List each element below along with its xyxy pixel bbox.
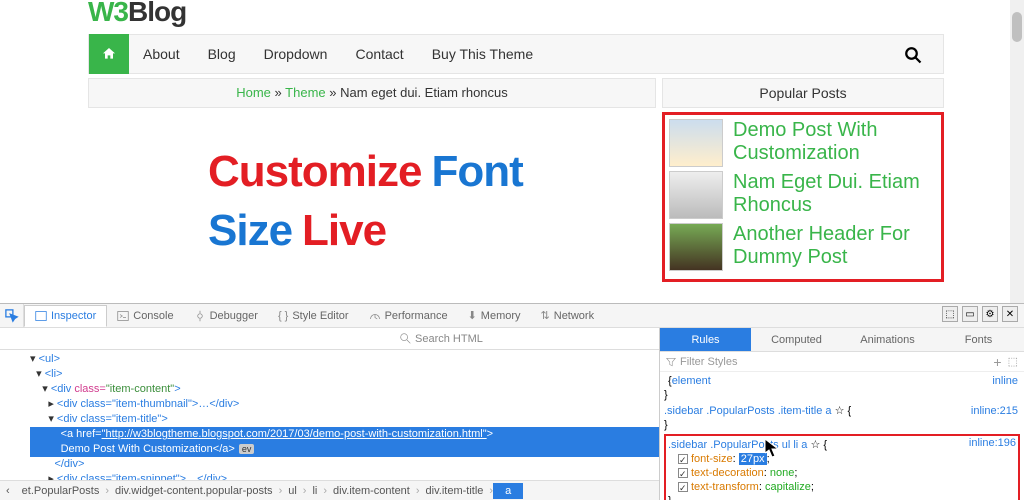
tab-debugger[interactable]: Debugger: [184, 306, 268, 326]
editing-value[interactable]: 27px: [739, 453, 767, 465]
selected-dom-node[interactable]: <a href="http://w3blogtheme.blogspot.com…: [30, 427, 659, 442]
popular-posts-widget: Demo Post With Customization Nam Eget Du…: [662, 112, 944, 282]
breadcrumb-row: Home » Theme » Nam eget dui. Etiam rhonc…: [88, 78, 944, 108]
element-picker-button[interactable]: [0, 304, 24, 328]
webpage-viewport: W3Blog About Blog Dropdown Contact Buy T…: [0, 0, 1024, 303]
devtools-window-controls: ⬚ ▭ ⚙ ✕: [942, 306, 1018, 322]
split-button[interactable]: ⬚: [942, 306, 958, 322]
tab-inspector[interactable]: Inspector: [24, 305, 107, 327]
breadcrumb-current[interactable]: a: [493, 483, 523, 499]
dom-panel: Search HTML ▾ <ul> ▾ <li> ▾ <div class="…: [0, 328, 660, 500]
property-checkbox[interactable]: [678, 468, 688, 478]
search-button[interactable]: [893, 35, 933, 75]
popular-post-item: Demo Post With Customization: [669, 119, 937, 167]
home-button[interactable]: [89, 34, 129, 74]
devtools-tabs: Inspector Console Debugger { }Style Edit…: [0, 304, 1024, 328]
post-thumbnail[interactable]: [669, 171, 723, 219]
dom-breadcrumb[interactable]: ‹ et.PopularPosts› div.widget-content.po…: [0, 480, 659, 500]
toggle-pseudo-button[interactable]: ⬚: [1008, 355, 1018, 368]
dom-tree[interactable]: ▾ <ul> ▾ <li> ▾ <div class="item-content…: [0, 350, 659, 480]
home-icon: [101, 46, 117, 62]
popular-post-item: Nam Eget Dui. Etiam Rhoncus: [669, 171, 937, 219]
page-scrollbar[interactable]: [1010, 0, 1024, 303]
close-devtools-button[interactable]: ✕: [1002, 306, 1018, 322]
tab-computed[interactable]: Computed: [751, 328, 842, 351]
post-link[interactable]: Demo Post With Customization: [733, 119, 937, 165]
property-checkbox[interactable]: [678, 454, 688, 464]
breadcrumb: Home » Theme » Nam eget dui. Etiam rhonc…: [88, 78, 656, 108]
filter-icon: [666, 357, 676, 367]
add-rule-button[interactable]: +: [993, 354, 1001, 370]
settings-button[interactable]: ⚙: [982, 306, 998, 322]
styles-filter[interactable]: Filter Styles + ⬚: [660, 352, 1024, 372]
post-thumbnail[interactable]: [669, 223, 723, 271]
console-icon: [117, 310, 129, 322]
tab-style-editor[interactable]: { }Style Editor: [268, 306, 359, 326]
highlighted-rule: .sidebar .PopularPosts ul li a ☆ { inlin…: [664, 434, 1020, 500]
tab-performance[interactable]: Performance: [359, 306, 458, 326]
dom-search[interactable]: Search HTML: [0, 328, 659, 350]
tab-animations[interactable]: Animations: [842, 328, 933, 351]
post-link[interactable]: Nam Eget Dui. Etiam Rhoncus: [733, 171, 937, 217]
styles-panel: Rules Computed Animations Fonts Filter S…: [660, 328, 1024, 500]
main-navbar: About Blog Dropdown Contact Buy This The…: [88, 34, 944, 74]
post-link[interactable]: Another Header For Dummy Post: [733, 223, 937, 269]
nav-contact[interactable]: Contact: [341, 34, 417, 74]
tab-memory[interactable]: ⬇Memory: [458, 305, 531, 326]
popular-post-item: Another Header For Dummy Post: [669, 223, 937, 271]
search-icon: [400, 333, 411, 344]
tab-fonts[interactable]: Fonts: [933, 328, 1024, 351]
inspector-icon: [35, 310, 47, 322]
main-content: Customize Font Size Live: [88, 112, 656, 282]
picker-icon: [5, 309, 19, 323]
nav-buy[interactable]: Buy This Theme: [418, 34, 547, 74]
post-thumbnail[interactable]: [669, 119, 723, 167]
tab-network[interactable]: ⇅Network: [531, 305, 605, 326]
tab-console[interactable]: Console: [107, 306, 183, 326]
crumb-home[interactable]: Home: [236, 85, 271, 100]
nav-blog[interactable]: Blog: [194, 34, 250, 74]
devtools-panel: Inspector Console Debugger { }Style Edit…: [0, 303, 1024, 500]
nav-about[interactable]: About: [129, 34, 194, 74]
crumb-current: Nam eget dui. Etiam rhoncus: [340, 85, 508, 100]
css-rules[interactable]: element { inline } .sidebar .PopularPost…: [660, 372, 1024, 500]
crumb-theme[interactable]: Theme: [285, 85, 325, 100]
debugger-icon: [194, 310, 206, 322]
popular-posts-title: Popular Posts: [662, 78, 944, 108]
tab-rules[interactable]: Rules: [660, 328, 751, 351]
search-icon: [904, 46, 922, 64]
perf-icon: [369, 310, 381, 322]
site-logo[interactable]: W3Blog: [88, 0, 944, 28]
property-checkbox[interactable]: [678, 482, 688, 492]
nav-dropdown[interactable]: Dropdown: [250, 34, 342, 74]
dock-button[interactable]: ▭: [962, 306, 978, 322]
